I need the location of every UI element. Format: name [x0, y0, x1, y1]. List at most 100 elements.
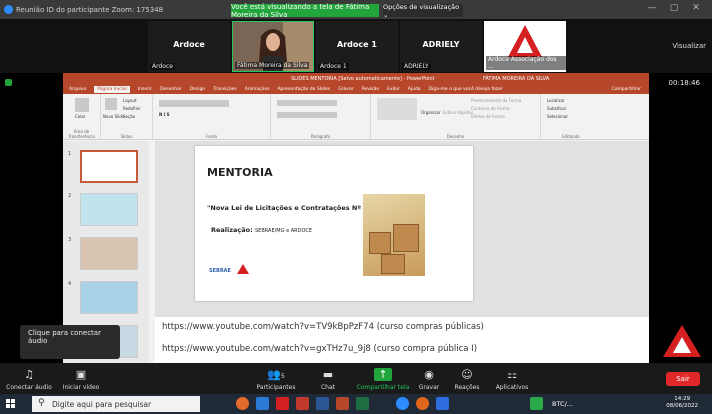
apps-button[interactable]: ⚏ Aplicativos: [490, 363, 534, 394]
slide-thumbnail[interactable]: [80, 281, 138, 314]
tab-apresentacao[interactable]: Apresentação de Slides: [277, 87, 330, 92]
tab-exibir[interactable]: Exibir: [387, 87, 400, 92]
windows-start-icon[interactable]: [6, 399, 16, 409]
view-options-button[interactable]: Opções de visualização ⌄: [383, 3, 463, 19]
shape-outline-button[interactable]: Contorno da Forma: [471, 106, 509, 111]
editing-group: Localizar Substituir Selecionar Editando: [541, 94, 601, 140]
new-slide-icon[interactable]: [105, 98, 117, 110]
drawing-group: Organizar Estilos Rápidos Preenchimento …: [371, 94, 541, 140]
app-icon[interactable]: [296, 397, 309, 410]
share-screen-button[interactable]: ↑ Compartilhar tela: [352, 363, 414, 394]
record-label: Gravar: [418, 384, 440, 391]
group-label: Área de Transferência: [68, 129, 95, 139]
select-button[interactable]: Selecionar: [547, 114, 568, 119]
shapes-icon[interactable]: [377, 98, 417, 120]
app-icon[interactable]: [436, 397, 449, 410]
tab-arquivo[interactable]: Arquivo: [69, 87, 86, 92]
participant-name: Ardoce 1: [337, 40, 377, 49]
leave-button[interactable]: Sair: [666, 372, 700, 386]
current-slide[interactable]: MENTORIA "Nova Lei de Licitações e Contr…: [195, 146, 473, 301]
ppt-user: FÁTIMA MOREIRA DA SILVA: [483, 76, 550, 82]
bold-icon[interactable]: N I S: [159, 112, 170, 117]
minimize-icon[interactable]: —: [642, 3, 662, 13]
excel-icon[interactable]: [356, 397, 369, 410]
paste-button[interactable]: Colar: [75, 114, 85, 119]
font-name-field[interactable]: [159, 100, 229, 107]
ppt-doc-title: SLIDES MENTORIA [Salvo automaticamente] …: [291, 76, 435, 82]
powerpoint-icon[interactable]: [336, 397, 349, 410]
realizacao-label: Realização:: [211, 226, 253, 234]
share-screen-icon: ↑: [374, 368, 392, 381]
sebrae-logo: SEBRAE: [209, 268, 231, 274]
align-icon[interactable]: [277, 112, 337, 118]
find-button[interactable]: Localizar: [547, 98, 565, 103]
paste-icon[interactable]: [75, 98, 89, 112]
tab-inserir[interactable]: Inserir: [138, 87, 152, 92]
group-label: Slides: [120, 134, 133, 139]
taskbar-clock[interactable]: 14:29 08/06/2022: [666, 396, 698, 410]
shape-effects-button[interactable]: Efeitos de Forma: [471, 114, 505, 119]
tab-ajuda[interactable]: Ajuda: [408, 87, 421, 92]
zoom-app-icon[interactable]: [396, 397, 409, 410]
tab-transicoes[interactable]: Transições: [213, 87, 236, 92]
boxes-image-icon: [363, 194, 425, 276]
start-video-label: Iniciar vídeo: [62, 384, 100, 391]
chat-button[interactable]: ▬ Chat: [312, 363, 344, 394]
replace-button[interactable]: Substituir: [547, 106, 566, 111]
maximize-icon[interactable]: ▢: [664, 3, 684, 13]
share-screen-label: Compartilhar tela: [356, 384, 410, 391]
chrome-icon[interactable]: [236, 397, 249, 410]
ardoce-app-icon[interactable]: [276, 397, 289, 410]
app-icon[interactable]: [256, 397, 269, 410]
btc-ticker[interactable]: BTC/...: [552, 400, 573, 408]
shape-fill-button[interactable]: Preenchimento da Forma: [471, 98, 521, 103]
start-video-button[interactable]: ▣ Iniciar vídeo: [56, 363, 106, 394]
participant-name: ADRIELY: [422, 40, 460, 49]
font-group: N I S Fonte: [153, 94, 271, 140]
chat-label: Chat: [320, 384, 336, 391]
notes-link[interactable]: https://www.youtube.com/watch?v=TV9kBpPz…: [162, 322, 484, 332]
taskbar-search[interactable]: ⚲ Digite aqui para pesquisar: [32, 396, 200, 412]
zoom-logo-icon: [4, 5, 13, 14]
participant-tile[interactable]: Ardoce Associação dos ...: [484, 21, 566, 72]
visualizar-button[interactable]: Visualizar: [672, 42, 706, 50]
quick-styles-button[interactable]: Estilos Rápidos: [443, 110, 473, 115]
tab-desenhar[interactable]: Desenhar: [160, 87, 182, 92]
record-button[interactable]: ◉ Gravar: [414, 363, 444, 394]
slide-thumbnail[interactable]: [80, 237, 138, 270]
word-icon[interactable]: [316, 397, 329, 410]
apps-label: Aplicativos: [495, 384, 529, 391]
participants-button[interactable]: 👥5 Participantes: [248, 363, 304, 394]
list-icon[interactable]: [277, 100, 337, 106]
section-button[interactable]: Seção: [123, 114, 135, 119]
slide-thumbnail[interactable]: [80, 193, 138, 226]
tab-revisao[interactable]: Revisão: [362, 87, 379, 92]
reset-button[interactable]: Redefinir: [123, 106, 141, 111]
layout-button[interactable]: Layout: [123, 98, 137, 103]
participants-icon: 👥5: [267, 368, 285, 381]
tab-animacoes[interactable]: Animações: [245, 87, 270, 92]
notes-link[interactable]: https://www.youtube.com/watch?v=gxTHz7u_…: [162, 344, 477, 354]
participant-tile[interactable]: Ardoce 1 Ardoce 1: [316, 21, 398, 72]
tab-design[interactable]: Design: [190, 87, 206, 92]
realizacao-org: SEBRAE/MG e ARDOCE: [255, 228, 313, 234]
participant-name: Ardoce: [173, 40, 205, 49]
participant-tile-active[interactable]: Fátima Moreira da Silva: [232, 21, 314, 72]
stocks-icon[interactable]: [530, 397, 543, 410]
participant-tile[interactable]: Ardoce Ardoce: [148, 21, 230, 72]
slide-thumbnail[interactable]: [80, 150, 138, 183]
reactions-button[interactable]: ☺ Reações: [452, 363, 482, 394]
tell-me-search[interactable]: Diga-me o que você deseja fazer: [429, 87, 503, 92]
close-icon[interactable]: ✕: [686, 3, 706, 13]
tab-pagina-inicial[interactable]: Página Inicial: [94, 86, 130, 93]
screen: Reunião ID do participante Zoom: 175348 …: [0, 0, 712, 414]
security-shield-icon: [5, 79, 12, 86]
new-slide-button[interactable]: Novo Slide: [103, 114, 124, 119]
firefox-icon[interactable]: [416, 397, 429, 410]
arrange-button[interactable]: Organizar: [421, 110, 441, 115]
connect-audio-button[interactable]: ♫ Conectar áudio: [4, 363, 54, 394]
tab-gravar[interactable]: Gravar: [338, 87, 353, 92]
ardoce-watermark-icon: [663, 325, 701, 357]
share-ppt-button[interactable]: Compartilhar: [612, 87, 641, 92]
participant-tile[interactable]: ADRIELY ADRIELY: [400, 21, 482, 72]
